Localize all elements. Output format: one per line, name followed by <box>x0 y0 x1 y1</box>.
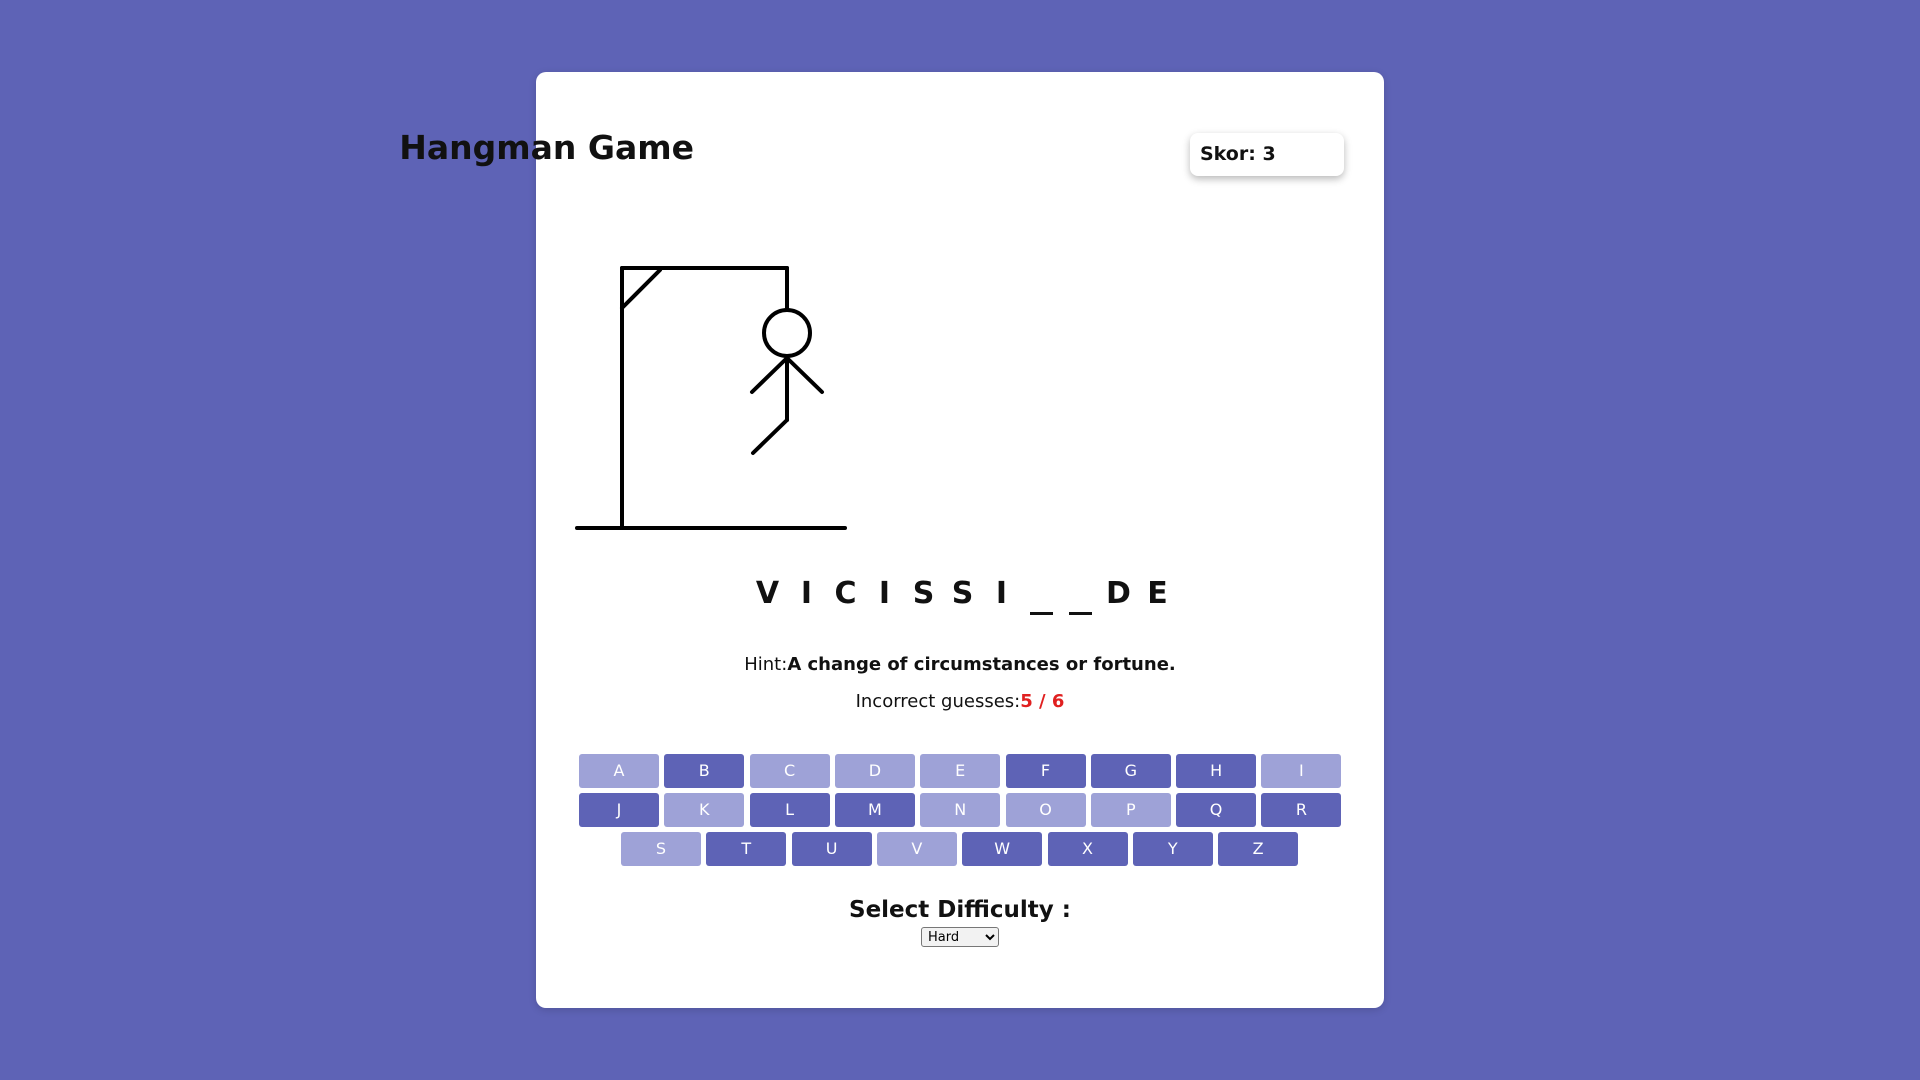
key-r[interactable]: R <box>1261 793 1342 827</box>
key-h[interactable]: H <box>1176 754 1257 788</box>
key-j[interactable]: J <box>579 793 659 827</box>
key-g[interactable]: G <box>1090 754 1171 788</box>
word-letter: V <box>755 576 780 611</box>
incorrect-guesses-label: Incorrect guesses: <box>855 691 1021 712</box>
key-b[interactable]: B <box>664 754 745 788</box>
hangman-left-leg <box>751 418 789 455</box>
key-i[interactable]: I <box>1261 754 1342 788</box>
key-w[interactable]: W <box>962 832 1043 866</box>
word-display: VICISSIDE <box>748 571 1177 617</box>
word-letter: C <box>834 576 857 611</box>
score-badge: Skor: 3 <box>1190 133 1344 176</box>
hint-text: A change of circumstances or fortune. <box>787 654 1176 675</box>
key-l[interactable]: L <box>749 793 830 827</box>
key-o[interactable]: O <box>1005 793 1086 827</box>
key-a[interactable]: A <box>579 754 659 788</box>
key-m[interactable]: M <box>834 793 915 827</box>
key-c[interactable]: C <box>749 754 830 788</box>
key-p[interactable]: P <box>1090 793 1171 827</box>
key-u[interactable]: U <box>791 832 872 866</box>
incorrect-guesses-line: Incorrect guesses:5 / 6 <box>536 691 1384 712</box>
gallows-brace <box>620 268 662 310</box>
hint-label: Hint: <box>744 654 788 675</box>
word-letter: S <box>951 576 974 611</box>
word-letter-blank <box>1021 571 1060 617</box>
hangman-drawing <box>575 266 847 530</box>
word-letter: D <box>1106 576 1131 611</box>
word-letter: I <box>878 576 891 611</box>
hangman-right-arm <box>785 356 824 394</box>
word-letter: I <box>800 576 813 611</box>
key-k[interactable]: K <box>664 793 745 827</box>
key-z[interactable]: Z <box>1218 832 1299 866</box>
incorrect-guesses-count: 5 / 6 <box>1020 691 1065 712</box>
word-letter: S <box>912 576 935 611</box>
hint-line: Hint:A change of circumstances or fortun… <box>536 654 1384 675</box>
hangman-left-arm <box>750 356 789 394</box>
key-n[interactable]: N <box>920 793 1001 827</box>
difficulty-select[interactable]: Hard <box>921 927 999 947</box>
word-letter-blank <box>1060 571 1099 617</box>
difficulty-label: Select Difficulty : <box>849 897 1071 923</box>
hangman-head <box>762 308 812 358</box>
key-t[interactable]: T <box>706 832 787 866</box>
key-q[interactable]: Q <box>1176 793 1257 827</box>
key-f[interactable]: F <box>1005 754 1086 788</box>
key-d[interactable]: D <box>834 754 915 788</box>
key-e[interactable]: E <box>920 754 1001 788</box>
word-letter: I <box>995 576 1008 611</box>
page-title: Hangman Game <box>399 128 694 167</box>
key-y[interactable]: Y <box>1132 832 1213 866</box>
word-letter: E <box>1147 576 1168 611</box>
game-card <box>536 72 1384 1008</box>
key-v[interactable]: V <box>876 832 957 866</box>
key-s[interactable]: S <box>621 832 701 866</box>
key-x[interactable]: X <box>1047 832 1128 866</box>
